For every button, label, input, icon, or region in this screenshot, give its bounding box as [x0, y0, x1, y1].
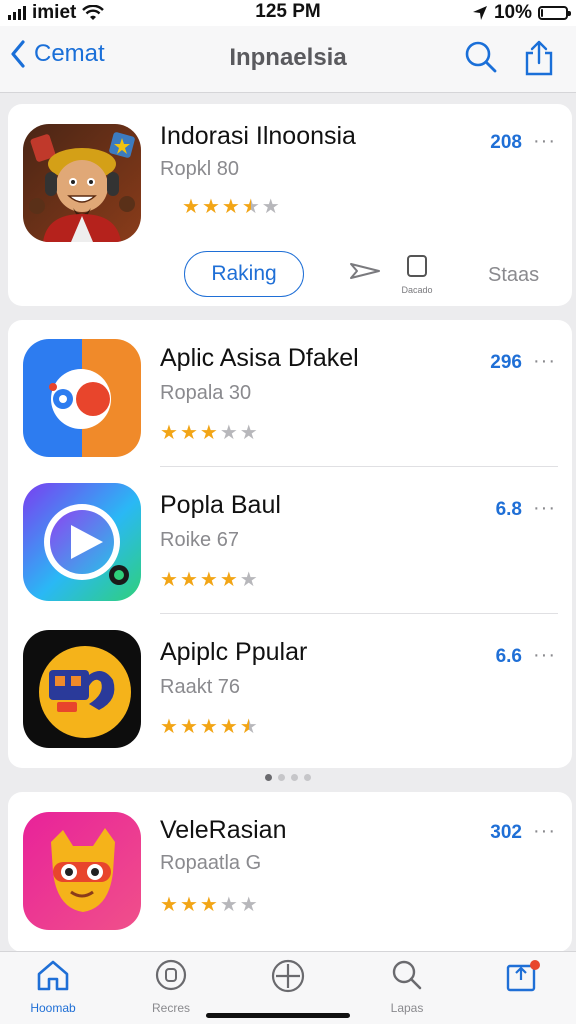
navigation-bar: Cemat Inpnaelsia	[0, 26, 576, 93]
app-subtitle: Ropaatla G	[160, 852, 262, 874]
featured-rating-count: 208	[490, 132, 522, 153]
page-indicator[interactable]	[0, 774, 576, 781]
star-icon: ★	[219, 422, 238, 444]
app-subtitle: Roike 67	[160, 529, 239, 551]
rating-count: 6.8	[495, 499, 522, 520]
tab-updates[interactable]	[478, 958, 568, 1003]
more-button[interactable]: ···	[533, 350, 556, 373]
status-right: 10%	[472, 2, 571, 24]
star-icon: ★	[160, 716, 178, 738]
featured-app-name[interactable]: Indorasi Ilnoonsia	[160, 122, 356, 151]
app-name[interactable]: Popla Baul	[160, 491, 281, 520]
star-icon: ★	[261, 196, 280, 218]
featured-raking-button[interactable]: Raking	[184, 251, 304, 297]
featured-more-button[interactable]: ···	[533, 130, 556, 153]
star-icon: ★	[199, 569, 218, 591]
list-item[interactable]: VeleRasian Ropaatla G ★ ★ ★ ★ ★ 302 ···	[8, 792, 572, 940]
search-icon	[392, 960, 422, 990]
star-icon: ★	[199, 894, 218, 916]
star-icon: ★	[219, 569, 238, 591]
more-button[interactable]: ···	[533, 820, 556, 843]
app-name[interactable]: Aplic Asisa Dfakel	[160, 344, 359, 373]
app-icon	[23, 339, 141, 457]
star-icon: ★	[241, 196, 260, 218]
list-item[interactable]: Apiplc Ppular Raakt 76 ★ ★ ★ ★ ★ 6.6 ···	[8, 614, 572, 762]
star-icon: ★	[199, 422, 218, 444]
rating-count: 296	[490, 352, 522, 373]
app-subtitle: Raakt 76	[160, 676, 241, 698]
download-action-label: Dacado	[401, 285, 433, 295]
tab-recres[interactable]: Recres	[126, 958, 216, 1015]
updates-icon	[506, 960, 540, 992]
status-bar: imiet 125 PM 10%	[0, 0, 576, 26]
rating-count: 6.6	[495, 646, 522, 667]
rating-stars: ★ ★ ★ ★ ★	[160, 714, 258, 739]
home-indicator	[206, 1013, 350, 1018]
star-icon: ★	[179, 894, 198, 916]
home-icon	[37, 960, 69, 991]
star-icon: ★	[160, 569, 178, 591]
star-icon: ★	[219, 894, 238, 916]
page-dot[interactable]	[265, 774, 272, 781]
star-icon: ★	[182, 196, 200, 218]
rating-stars: ★ ★ ★ ★ ★	[160, 567, 258, 592]
tab-search[interactable]: Lapas	[362, 958, 452, 1015]
star-icon: ★	[239, 894, 258, 916]
star-icon: ★	[201, 196, 220, 218]
star-icon: ★	[179, 422, 198, 444]
page-dot[interactable]	[278, 774, 285, 781]
featured-rating-stars: ★ ★ ★ ★ ★	[182, 194, 280, 219]
battery-percent: 10%	[493, 2, 532, 23]
tab-add[interactable]	[243, 958, 333, 1003]
tab-label: Hoomab	[30, 1001, 76, 1015]
tab-label: Lapas	[390, 1001, 424, 1015]
badge-icon	[155, 959, 187, 991]
rating-stars: ★ ★ ★ ★ ★	[160, 892, 258, 917]
more-button[interactable]: ···	[533, 644, 556, 667]
featured-app-icon	[23, 124, 141, 242]
star-icon: ★	[239, 569, 258, 591]
featured-download-action[interactable]: Dacado	[392, 254, 442, 295]
app-list-card-secondary: VeleRasian Ropaatla G ★ ★ ★ ★ ★ 302 ···	[8, 792, 572, 952]
list-item[interactable]: Popla Baul Roike 67 ★ ★ ★ ★ ★ 6.8 ···	[8, 467, 572, 615]
star-icon: ★	[239, 716, 258, 738]
app-icon	[23, 630, 141, 748]
star-icon: ★	[199, 716, 218, 738]
tab-bar: Hoomab Recres Lapas	[0, 951, 576, 1024]
app-name[interactable]: VeleRasian	[160, 816, 286, 845]
tab-label: Recres	[151, 1001, 190, 1015]
share-icon[interactable]	[524, 40, 554, 76]
battery-icon	[538, 6, 571, 20]
app-icon	[23, 483, 141, 601]
star-icon: ★	[179, 569, 198, 591]
plus-circle-icon	[271, 959, 305, 993]
rating-count: 302	[490, 822, 522, 843]
app-subtitle: Ropala 30	[160, 382, 252, 404]
star-icon: ★	[160, 422, 178, 444]
location-icon	[472, 6, 487, 20]
tab-home[interactable]: Hoomab	[8, 958, 98, 1015]
star-icon: ★	[239, 422, 258, 444]
page-dot[interactable]	[291, 774, 298, 781]
search-icon[interactable]	[464, 40, 498, 74]
app-icon	[23, 812, 141, 930]
star-icon: ★	[160, 894, 178, 916]
more-button[interactable]: ···	[533, 497, 556, 520]
featured-stats-link[interactable]: Staas	[488, 264, 539, 287]
app-list-card: Aplic Asisa Dfakel Ropala 30 ★ ★ ★ ★ ★ 296 ·…	[8, 320, 572, 768]
featured-app-subtitle: Ropkl 80	[160, 158, 239, 180]
star-icon: ★	[219, 716, 238, 738]
app-name[interactable]: Apiplc Ppular	[160, 638, 307, 667]
download-icon	[407, 255, 427, 277]
rating-stars: ★ ★ ★ ★ ★	[160, 420, 258, 445]
list-item[interactable]: Aplic Asisa Dfakel Ropala 30 ★ ★ ★ ★ ★ 296 ·…	[8, 320, 572, 468]
page-dot[interactable]	[304, 774, 311, 781]
star-icon: ★	[179, 716, 198, 738]
nav-actions	[464, 40, 554, 76]
featured-app-card[interactable]: Indorasi Ilnoonsia Ropkl 80 ★ ★ ★ ★ ★ 208 ··…	[8, 104, 572, 306]
send-icon[interactable]	[348, 254, 382, 288]
star-icon: ★	[221, 196, 240, 218]
